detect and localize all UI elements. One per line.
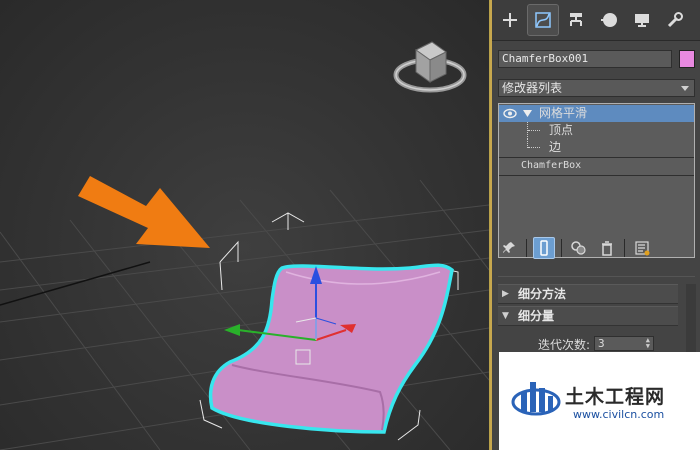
show-end-result-button[interactable] <box>533 237 555 259</box>
rollout-subdivision-amount[interactable]: ▼ 细分量 <box>498 306 678 326</box>
watermark-overlay: 土木工程网 www.civilcn.com <box>499 352 700 450</box>
grid-axis-line <box>0 261 151 306</box>
stack-item-chamferbox[interactable]: ChamferBox <box>499 157 694 174</box>
display-tab[interactable] <box>627 5 657 35</box>
display-monitor-icon <box>635 14 649 27</box>
tree-line <box>528 130 540 131</box>
toolbar-separator <box>526 239 527 257</box>
tree-line <box>528 147 540 148</box>
iterations-row: 迭代次数: 3 ▲ ▼ <box>538 336 688 352</box>
chamferbox-object[interactable] <box>208 263 454 434</box>
utilities-tab[interactable] <box>660 5 690 35</box>
stack-separator <box>499 175 694 176</box>
rollout-title: 细分方法 <box>518 287 567 301</box>
object-name-field[interactable]: ChamferBox001 <box>498 50 672 68</box>
watermark-title: 土木工程网 <box>565 386 666 408</box>
stack-subitem-label: 边 <box>549 140 562 154</box>
show-end-result-icon <box>540 240 548 256</box>
expand-triangle-icon[interactable] <box>523 110 532 117</box>
viewcube-icon[interactable] <box>393 41 467 93</box>
collapsed-triangle-icon: ▶ <box>502 289 509 299</box>
stack-toolbar <box>498 236 698 260</box>
panel-divider <box>498 276 695 277</box>
hierarchy-tab[interactable] <box>561 5 591 35</box>
create-tab[interactable] <box>495 5 525 35</box>
modify-tab[interactable] <box>527 4 559 36</box>
motion-tab[interactable] <box>594 5 624 35</box>
iterations-spinner[interactable]: 3 ▲ ▼ <box>594 336 654 351</box>
stack-base-label: ChamferBox <box>521 160 582 171</box>
modifier-list-label: 修改器列表 <box>502 81 563 95</box>
watermark-url: www.civilcn.com <box>573 408 665 421</box>
motion-icon <box>601 13 617 27</box>
pin-icon <box>503 242 515 253</box>
trash-icon <box>602 240 612 256</box>
configure-sets-icon <box>634 240 649 255</box>
modifier-stack[interactable]: 网格平滑 顶点 边 ChamferBox <box>498 103 695 258</box>
make-unique-icon <box>571 241 586 255</box>
configure-modifier-sets-button[interactable] <box>631 237 653 259</box>
object-color-swatch[interactable] <box>679 50 695 68</box>
plus-icon <box>503 13 517 27</box>
pin-stack-button[interactable] <box>498 237 520 259</box>
eye-icon[interactable] <box>503 108 517 119</box>
iterations-label: 迭代次数: <box>538 338 591 352</box>
rollout-title: 细分量 <box>518 309 555 323</box>
perspective-viewport[interactable] <box>0 0 490 450</box>
stack-subitem-edge[interactable]: 边 <box>499 139 694 156</box>
wrench-icon <box>667 12 683 28</box>
civilcn-logo-icon <box>511 382 561 416</box>
rollout-subdivision-method[interactable]: ▶ 细分方法 <box>498 284 678 304</box>
object-name-row: ChamferBox001 <box>498 50 698 68</box>
hierarchy-icon <box>570 13 582 26</box>
annotation-arrow-icon <box>78 176 210 248</box>
toolbar-separator <box>624 239 625 257</box>
chevron-down-icon <box>681 86 689 91</box>
stack-subitem-label: 顶点 <box>549 123 574 137</box>
expanded-triangle-icon: ▼ <box>502 311 509 321</box>
command-panel-tabs <box>492 0 700 41</box>
toolbar-separator <box>561 239 562 257</box>
remove-modifier-button[interactable] <box>596 237 618 259</box>
stack-item-label: 网格平滑 <box>539 106 588 120</box>
stack-item-meshsmooth[interactable]: 网格平滑 <box>499 105 694 122</box>
stack-subitem-vertex[interactable]: 顶点 <box>499 122 694 139</box>
modify-curve-icon <box>535 12 551 28</box>
make-unique-button[interactable] <box>568 237 590 259</box>
spinner-arrows-icon[interactable]: ▲ ▼ <box>646 337 650 350</box>
modifier-list-dropdown[interactable]: 修改器列表 <box>498 79 695 97</box>
iterations-value: 3 <box>598 337 605 350</box>
viewport-scene <box>0 41 489 450</box>
